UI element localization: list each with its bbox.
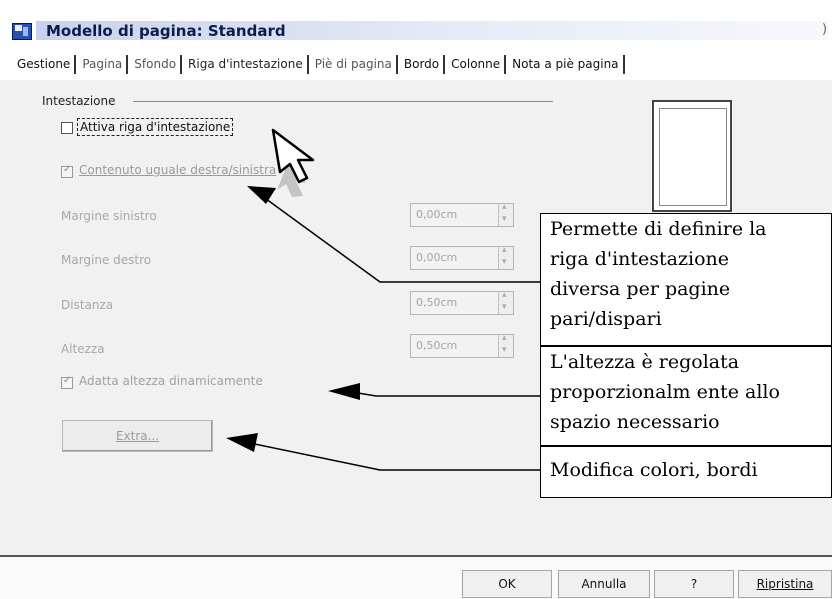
- spin-arrows-icon[interactable]: [498, 290, 513, 314]
- autofit-height-checkbox: ✓: [61, 375, 73, 389]
- annotation-line: spazio necessario: [550, 411, 720, 433]
- right-margin-label: Margine destro: [61, 253, 152, 267]
- group-divider: [133, 101, 553, 102]
- right-margin-value[interactable]: 0,00cm: [416, 251, 457, 264]
- tab-riga-intestazione[interactable]: Riga d'intestazione: [185, 55, 309, 74]
- tab-gestione[interactable]: Gestione: [14, 55, 77, 74]
- tab-sfondo[interactable]: Sfondo: [131, 55, 183, 74]
- spacing-label: Distanza: [61, 298, 114, 312]
- help-button[interactable]: ?: [654, 570, 734, 598]
- same-content-checkbox: ✓: [61, 164, 73, 178]
- tab-nota-pie-pagina[interactable]: Nota a piè pagina: [509, 55, 625, 74]
- group-title: Intestazione: [42, 94, 116, 108]
- activate-header-checkbox[interactable]: [61, 122, 73, 134]
- page-preview-inner: [659, 108, 727, 206]
- height-spinner[interactable]: 0,50cm: [410, 333, 514, 358]
- same-content-label: Contenuto uguale destra/sinistra: [79, 163, 277, 177]
- spin-arrows-icon[interactable]: [498, 202, 513, 226]
- right-margin-spinner[interactable]: 0,00cm: [410, 245, 514, 270]
- cancel-button[interactable]: Annulla: [558, 570, 650, 598]
- spin-arrows-icon[interactable]: [498, 245, 513, 269]
- annotation-line: pari/dispari: [550, 308, 662, 330]
- left-margin-value[interactable]: 0,00cm: [416, 208, 457, 221]
- annotation-box-autofit: L'altezza è regolata proporzionalm ente …: [540, 346, 832, 446]
- tab-pie-di-pagina[interactable]: Piè di pagina: [312, 55, 398, 74]
- left-margin-label: Margine sinistro: [61, 209, 157, 223]
- left-margin-spinner[interactable]: 0,00cm: [410, 202, 514, 227]
- window-title: Modello di pagina: Standard: [46, 22, 286, 40]
- height-value[interactable]: 0,50cm: [416, 339, 457, 352]
- spin-arrows-icon[interactable]: [498, 333, 513, 357]
- extra-button[interactable]: Extra...: [62, 420, 213, 452]
- annotation-box-extra: Modifica colori, bordi: [540, 446, 832, 498]
- annotation-line: proporzionalm ente allo: [550, 381, 780, 403]
- annotation-line: diversa per pagine: [550, 278, 731, 300]
- ok-button[interactable]: OK: [462, 570, 552, 598]
- spacing-spinner[interactable]: 0,50cm: [410, 290, 514, 315]
- annotation-line: Permette di definire la: [550, 218, 767, 240]
- extra-button-label: Extra...: [115, 429, 160, 443]
- reset-button[interactable]: Ripristina: [738, 570, 832, 598]
- spacing-value[interactable]: 0,50cm: [416, 296, 457, 309]
- tab-colonne[interactable]: Colonne: [448, 55, 507, 74]
- annotation-line: riga d'intestazione: [550, 248, 729, 270]
- close-icon[interactable]: ): [822, 22, 827, 37]
- check-mark-icon: ✓: [63, 375, 72, 386]
- tab-bar: Gestione Pagina Sfondo Riga d'intestazione P…: [14, 55, 628, 77]
- page-preview: [652, 100, 732, 212]
- autofit-height-label: Adatta altezza dinamicamente: [79, 374, 263, 388]
- reset-button-label: Ripristina: [756, 577, 814, 591]
- annotation-box-header-option: Permette di definire la riga d'intestazi…: [540, 213, 832, 346]
- tab-pagina[interactable]: Pagina: [79, 55, 129, 74]
- tab-bordo[interactable]: Bordo: [401, 55, 446, 74]
- check-mark-icon: ✓: [63, 164, 72, 175]
- app-icon: [12, 23, 32, 40]
- height-label: Altezza: [61, 342, 105, 356]
- annotation-line: L'altezza è regolata: [550, 351, 740, 373]
- annotation-line: Modifica colori, bordi: [550, 459, 758, 481]
- activate-header-label[interactable]: Attiva riga d'intestazione: [77, 118, 234, 136]
